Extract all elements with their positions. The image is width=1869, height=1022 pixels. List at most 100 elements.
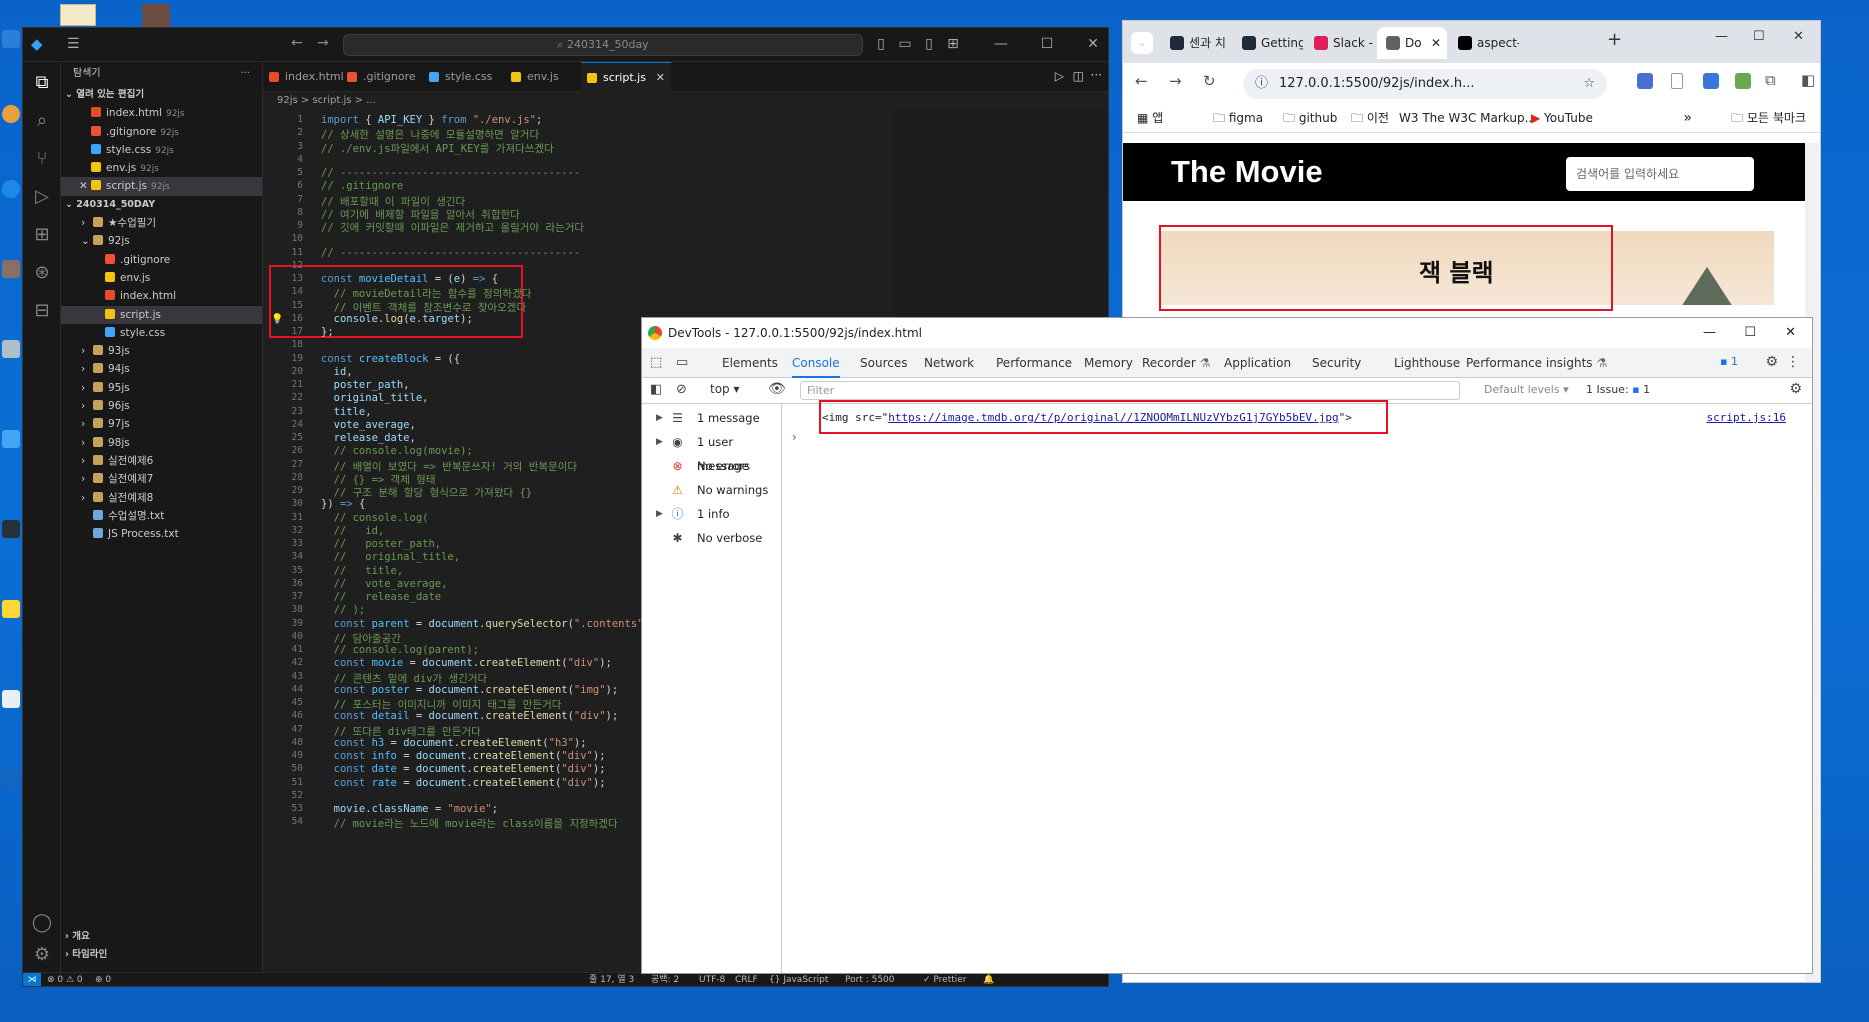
problems-indicator[interactable]: ⊗ 0 ⚠ 0: [47, 973, 83, 986]
tree-file[interactable]: env.js: [61, 269, 262, 287]
settings-gear-icon[interactable]: ⚙: [29, 942, 55, 968]
maximize-button[interactable]: ☐: [1035, 34, 1059, 54]
code-line[interactable]: console.log(e.target);: [321, 313, 473, 325]
tree-folder[interactable]: › 실전예제8: [61, 489, 262, 507]
search-icon[interactable]: ⌕: [29, 108, 55, 134]
issues-counter[interactable]: 1 Issue: ▪ 1: [1586, 383, 1650, 396]
tree-folder[interactable]: › 94js: [61, 360, 262, 378]
reload-icon[interactable]: ↻: [1203, 72, 1216, 90]
breadcrumb[interactable]: 92js > script.js > ...: [263, 92, 1108, 110]
extensions-puzzle-icon[interactable]: ⧉: [1765, 71, 1776, 89]
code-line[interactable]: };: [321, 326, 334, 338]
inspect-element-icon[interactable]: ⬚: [650, 355, 662, 370]
split-editor-icon[interactable]: ◫: [1073, 69, 1084, 83]
back-arrow-icon[interactable]: ←: [291, 35, 303, 51]
indent-indicator[interactable]: 공백: 2: [651, 973, 679, 986]
minimize-button[interactable]: —: [989, 34, 1013, 54]
encoding-indicator[interactable]: UTF-8: [699, 973, 725, 986]
editor-tab[interactable]: index.html: [263, 62, 344, 92]
code-line[interactable]: const date = document.createElement("div…: [321, 763, 606, 775]
browser-tab[interactable]: Do ✕: [1377, 27, 1447, 59]
show-sidebar-icon[interactable]: ◧: [650, 382, 662, 397]
tree-folder[interactable]: › 96js: [61, 397, 262, 415]
log-source-link[interactable]: script.js:16: [1707, 408, 1786, 428]
more-actions-icon[interactable]: ···: [240, 62, 250, 86]
ports-indicator[interactable]: ⊕ 0: [95, 973, 111, 986]
live-server-port[interactable]: Port : 5500: [845, 973, 895, 986]
code-line[interactable]: movie.className = "movie";: [321, 803, 498, 815]
device-toolbar-icon[interactable]: ▭: [676, 355, 688, 370]
side-panel-icon[interactable]: ◧: [1801, 71, 1815, 89]
open-editor-item[interactable]: env.js 92js: [61, 159, 262, 177]
bookmark-item[interactable]: ▶ YouTube: [1531, 109, 1593, 127]
command-center-search[interactable]: ⌕ 240314_50day: [343, 34, 863, 56]
forward-arrow-icon[interactable]: →: [1169, 72, 1182, 90]
more-actions-icon[interactable]: ···: [1091, 68, 1102, 82]
code-line[interactable]: // console.log(parent);: [321, 644, 479, 656]
remote-icon[interactable]: ⊛: [29, 260, 55, 286]
devtools-menu-icon[interactable]: ⋮: [1786, 354, 1800, 370]
browser-tab[interactable]: aspect-: [1449, 27, 1519, 59]
code-line[interactable]: title,: [321, 406, 372, 418]
desktop-image-icon[interactable]: [142, 4, 170, 28]
maximize-button[interactable]: ☐: [1753, 29, 1765, 44]
code-line[interactable]: // poster_path,: [321, 538, 441, 550]
devtools-tab[interactable]: Console: [792, 348, 840, 378]
code-line[interactable]: // .gitignore: [321, 180, 403, 192]
console-prompt-icon[interactable]: ›: [792, 430, 797, 444]
code-line[interactable]: vote_average,: [321, 419, 416, 431]
desktop-vscode-icon[interactable]: [2, 30, 20, 48]
tree-folder[interactable]: › 98js: [61, 434, 262, 452]
account-icon[interactable]: ◯: [29, 910, 55, 936]
tree-file[interactable]: index.html: [61, 287, 262, 305]
desktop-app-icon[interactable]: [2, 430, 20, 448]
tree-folder[interactable]: › 95js: [61, 379, 262, 397]
close-button[interactable]: ✕: [1793, 29, 1804, 44]
bookmark-star-icon[interactable]: ☆: [1583, 69, 1595, 99]
code-line[interactable]: poster_path,: [321, 379, 410, 391]
caret-right-icon[interactable]: ▶: [656, 406, 663, 430]
editor-tab[interactable]: .gitignore: [341, 62, 423, 92]
code-line[interactable]: // id,: [321, 525, 385, 537]
code-line[interactable]: }) => {: [321, 498, 365, 510]
source-control-icon[interactable]: ⑂: [29, 146, 55, 172]
console-sidebar-item[interactable]: ▶ ⓘ 1 info: [642, 502, 782, 526]
tree-file[interactable]: JS Process.txt: [61, 525, 262, 543]
devtools-tab[interactable]: Performance insights ⚗: [1466, 348, 1607, 378]
desktop-hangul-icon[interactable]: [2, 690, 20, 708]
desktop-edge-icon[interactable]: [2, 180, 20, 198]
extension-icon[interactable]: [1671, 73, 1683, 89]
devtools-tab[interactable]: Performance: [996, 348, 1072, 378]
close-button[interactable]: ✕: [1081, 34, 1105, 54]
editor-tab[interactable]: env.js: [505, 62, 581, 92]
all-bookmarks[interactable]: 🗀 모든 북마크: [1731, 109, 1806, 127]
tab-search-icon[interactable]: ⌄: [1131, 32, 1153, 54]
extension-icon[interactable]: [1637, 73, 1653, 89]
code-line[interactable]: const rate = document.createElement("div…: [321, 777, 606, 789]
open-editor-item[interactable]: ✕ script.js 92js: [61, 177, 262, 196]
bookmark-item[interactable]: 🗀 github: [1283, 109, 1337, 127]
console-sidebar-item[interactable]: ▶ ☰ 1 message: [642, 406, 782, 430]
code-line[interactable]: import { API_KEY } from "./env.js";: [321, 114, 542, 126]
desktop-app-icon[interactable]: [2, 770, 20, 788]
devtools-tab[interactable]: Elements: [722, 348, 778, 378]
code-line[interactable]: release_date,: [321, 432, 416, 444]
devtools-tab[interactable]: Recorder ⚗: [1142, 348, 1211, 378]
devtools-tab[interactable]: Memory: [1084, 348, 1133, 378]
bookmark-item[interactable]: W3 The W3C Markup...: [1399, 109, 1536, 127]
devtools-tab[interactable]: Lighthouse: [1394, 348, 1460, 378]
desktop-kakaotalk-icon[interactable]: [2, 600, 20, 618]
new-tab-icon[interactable]: +: [1607, 29, 1622, 50]
live-expression-eye-icon[interactable]: 👁: [768, 381, 786, 397]
minimize-button[interactable]: —: [1715, 29, 1728, 44]
code-line[interactable]: const info = document.createElement("div…: [321, 750, 606, 762]
code-line[interactable]: // release_date: [321, 591, 441, 603]
extension-view-icon[interactable]: ⊟: [29, 298, 55, 324]
toggle-secondary-sidebar-icon[interactable]: ▯: [917, 34, 941, 54]
code-line[interactable]: const movie = document.createElement("di…: [321, 657, 612, 669]
code-line[interactable]: const poster = document.createElement("i…: [321, 684, 619, 696]
prettier-indicator[interactable]: ✓ Prettier: [923, 973, 967, 986]
movie-search-input[interactable]: 검색어를 입력하세요: [1566, 157, 1754, 191]
tree-folder[interactable]: › ★수업필기: [61, 214, 262, 232]
open-editor-item[interactable]: .gitignore 92js: [61, 123, 262, 141]
